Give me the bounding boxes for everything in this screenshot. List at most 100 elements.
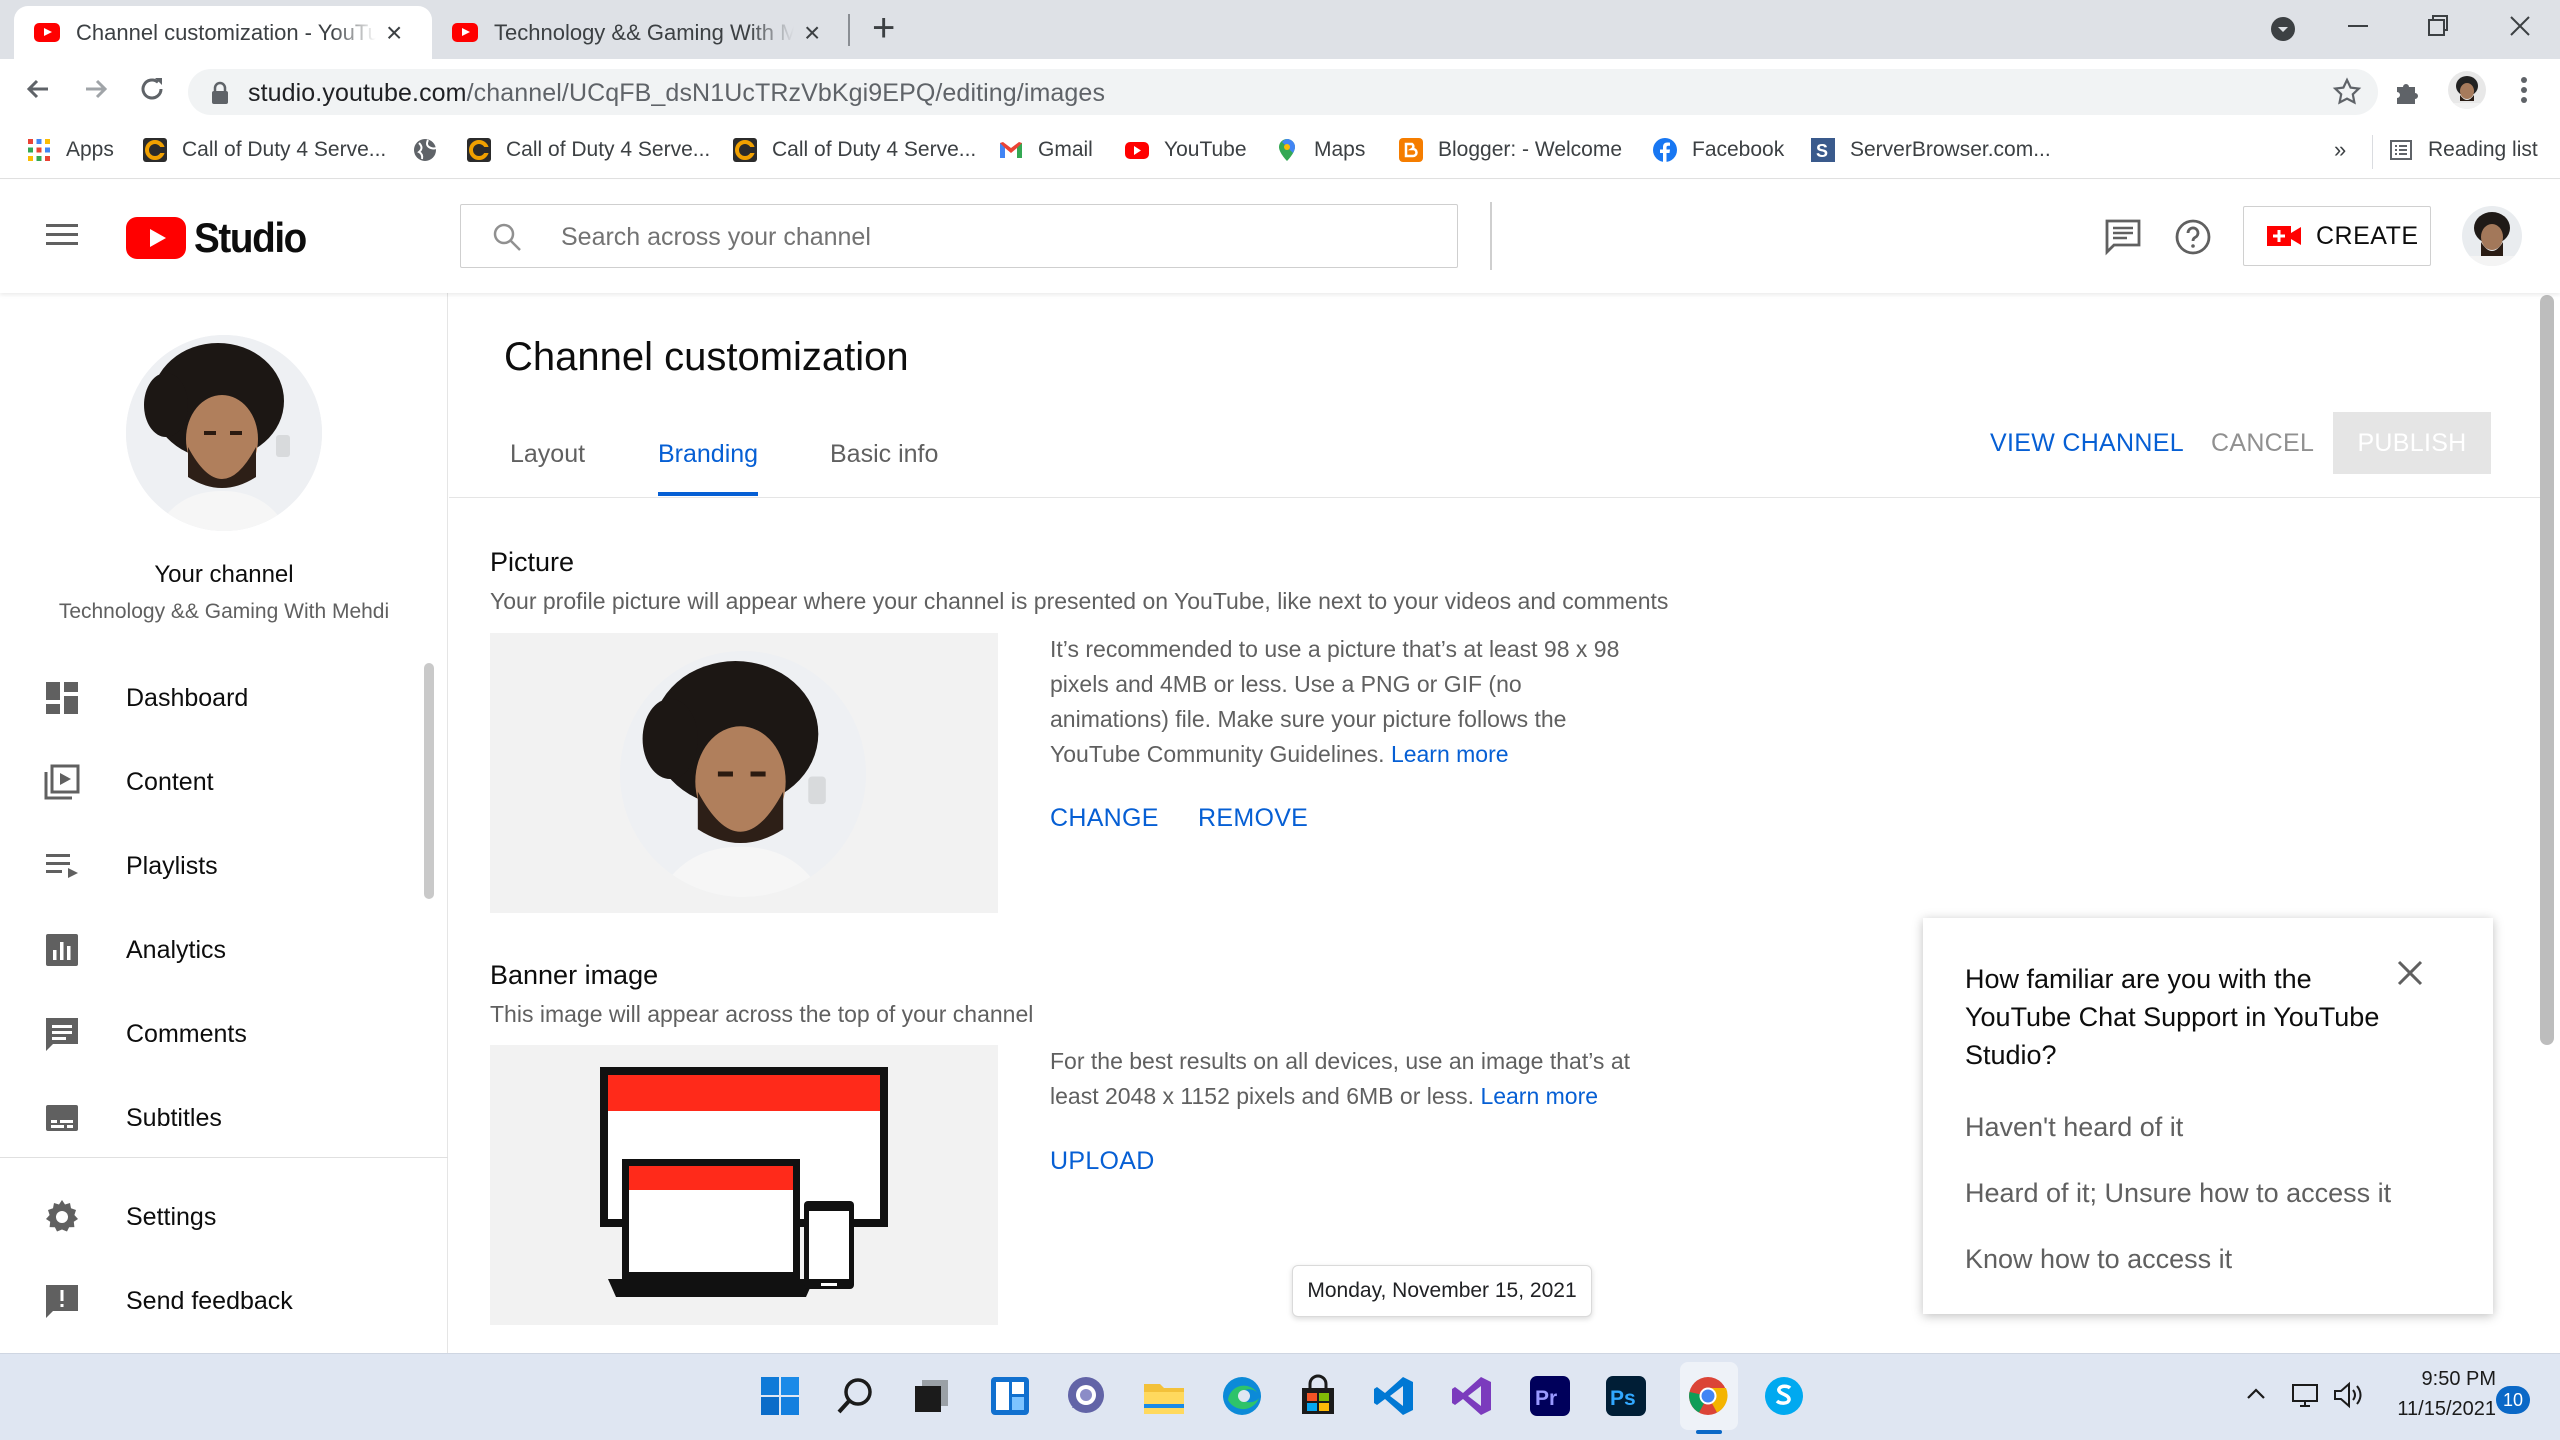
close-tab-icon[interactable]: × (804, 18, 820, 47)
sidebar-item-analytics[interactable]: Analytics (0, 910, 440, 990)
bookmark-youtube[interactable]: YouTube (1124, 137, 1247, 163)
survey-option-know-how[interactable]: Know how to access it (1965, 1244, 2232, 1275)
survey-option-unsure[interactable]: Heard of it; Unsure how to access it (1965, 1178, 2391, 1209)
sidebar-item-settings[interactable]: Settings (0, 1177, 440, 1257)
chrome-icon[interactable] (1686, 1374, 1730, 1418)
tab-basic-info[interactable]: Basic info (830, 440, 938, 469)
edge-icon[interactable] (1220, 1374, 1264, 1418)
search-icon[interactable] (834, 1374, 878, 1418)
close-tab-icon[interactable]: × (386, 18, 402, 47)
change-picture-button[interactable]: CHANGE (1050, 804, 1159, 833)
publish-button[interactable]: PUBLISH (2333, 412, 2491, 474)
volume-icon[interactable] (2332, 1380, 2364, 1410)
extensions-puzzle-icon[interactable] (2392, 77, 2422, 107)
comments-icon (46, 1018, 78, 1051)
bookmark-label: Apps (66, 138, 114, 161)
bookmark-blogger[interactable]: Blogger: - Welcome (1398, 137, 1622, 163)
reading-list-button[interactable]: Reading list (2388, 137, 2538, 163)
tabs-divider (449, 497, 2540, 498)
sidebar-item-subtitles[interactable]: Subtitles (0, 1078, 440, 1158)
store-icon[interactable] (1296, 1374, 1340, 1418)
clock-time[interactable]: 9:50 PM (2396, 1368, 2496, 1391)
channel-avatar[interactable] (126, 335, 322, 531)
bookmark-globe[interactable] (412, 137, 452, 163)
page-scrollbar[interactable] (2540, 295, 2554, 1045)
youtube-icon (1125, 142, 1149, 159)
bookmark-serverbrowser[interactable]: S ServerBrowser.com... (1810, 137, 2051, 163)
forward-arrow-icon[interactable] (80, 73, 112, 105)
bookmark-star-icon[interactable] (2332, 77, 2362, 107)
sidebar-item-label: Subtitles (126, 1103, 222, 1132)
maps-icon (1279, 139, 1295, 161)
minimize-window-icon[interactable] (2346, 6, 2370, 46)
tab-channel-customization[interactable]: Channel customization - YouTube Studio × (14, 6, 432, 59)
sidebar-item-dashboard[interactable]: Dashboard (0, 658, 440, 738)
search-input[interactable]: Search across your channel (460, 204, 1458, 268)
banner-learn-more-link[interactable]: Learn more (1480, 1083, 1598, 1109)
back-arrow-icon[interactable] (22, 73, 54, 105)
messages-icon[interactable] (2104, 218, 2142, 256)
bookmark-label: Maps (1314, 138, 1366, 161)
sidebar-item-playlists[interactable]: Playlists (0, 826, 440, 906)
bookmark-gmail[interactable]: Gmail (998, 137, 1093, 163)
analytics-icon (46, 934, 78, 966)
new-tab-button[interactable]: + (872, 8, 895, 48)
lock-icon[interactable] (210, 81, 230, 105)
task-view-icon[interactable] (910, 1374, 954, 1418)
studio-logo[interactable]: Studio (126, 214, 316, 262)
remove-picture-button[interactable]: REMOVE (1198, 804, 1308, 833)
bookmark-facebook[interactable]: Facebook (1652, 137, 1784, 163)
tab-layout[interactable]: Layout (510, 440, 585, 469)
vscode-icon[interactable] (1372, 1374, 1416, 1418)
teams-chat-icon[interactable] (1064, 1374, 1108, 1418)
bookmark-cod-3[interactable]: Call of Duty 4 Serve... (732, 137, 976, 163)
bookmarks-overflow-button[interactable]: » (2334, 137, 2346, 163)
notification-badge[interactable]: 10 (2496, 1386, 2530, 1414)
profile-avatar-icon[interactable] (2448, 71, 2486, 109)
tab-branding[interactable]: Branding (658, 440, 758, 469)
cancel-button[interactable]: CANCEL (2211, 429, 2314, 458)
url-text[interactable]: studio.youtube.com/channel/UCqFB_dsN1UcT… (248, 79, 1105, 108)
tab-technology-gaming[interactable]: Technology && Gaming With Mehdi - YouTub… (432, 6, 844, 59)
premiere-icon[interactable]: Pr (1528, 1374, 1572, 1418)
create-button[interactable]: CREATE (2243, 206, 2431, 266)
chevron-up-icon[interactable] (2244, 1382, 2268, 1406)
survey-option-not-heard[interactable]: Haven't heard of it (1965, 1112, 2183, 1143)
visual-studio-icon[interactable] (1450, 1374, 1494, 1418)
tab-search-icon[interactable] (2270, 16, 2296, 42)
sidebar: Your channel Technology && Gaming With M… (0, 293, 448, 1353)
sidebar-item-content[interactable]: Content (0, 742, 440, 822)
reload-icon[interactable] (136, 73, 168, 105)
skype-icon[interactable] (1762, 1374, 1806, 1418)
photoshop-icon[interactable]: Ps (1604, 1374, 1648, 1418)
bookmark-maps[interactable]: Maps (1274, 137, 1365, 163)
help-icon[interactable] (2174, 218, 2212, 256)
account-avatar[interactable] (2462, 206, 2522, 266)
file-explorer-icon[interactable] (1142, 1374, 1186, 1418)
upload-banner-button[interactable]: UPLOAD (1050, 1147, 1155, 1176)
chrome-menu-icon[interactable] (2518, 73, 2530, 107)
close-window-icon[interactable] (2508, 6, 2532, 46)
close-survey-icon[interactable] (2395, 958, 2425, 988)
bookmark-cod-2[interactable]: Call of Duty 4 Serve... (466, 137, 710, 163)
sidebar-item-comments[interactable]: Comments (0, 994, 440, 1074)
widgets-icon[interactable] (988, 1374, 1032, 1418)
hamburger-menu-icon[interactable] (44, 220, 80, 250)
clock-date[interactable]: 11/15/2021 (2376, 1398, 2496, 1421)
restore-window-icon[interactable] (2426, 6, 2450, 46)
cod-icon (733, 138, 757, 162)
svg-text:Pr: Pr (1535, 1387, 1557, 1410)
bookmark-cod-1[interactable]: Call of Duty 4 Serve... (142, 137, 386, 163)
search-icon (491, 221, 523, 253)
sidebar-item-label: Settings (126, 1202, 217, 1231)
sidebar-scrollbar[interactable] (424, 663, 434, 899)
view-channel-button[interactable]: VIEW CHANNEL (1990, 429, 2184, 458)
address-bar[interactable]: studio.youtube.com/channel/UCqFB_dsN1UcT… (188, 69, 2378, 115)
bookmark-apps[interactable]: Apps (26, 137, 114, 163)
windows-start-icon[interactable] (758, 1374, 802, 1418)
sidebar-item-send-feedback[interactable]: Send feedback (0, 1261, 440, 1341)
picture-learn-more-link[interactable]: Learn more (1391, 741, 1509, 767)
youtube-favicon-icon (34, 23, 60, 42)
network-icon[interactable] (2290, 1380, 2320, 1410)
picture-info: It’s recommended to use a picture that’s… (1050, 636, 1620, 767)
